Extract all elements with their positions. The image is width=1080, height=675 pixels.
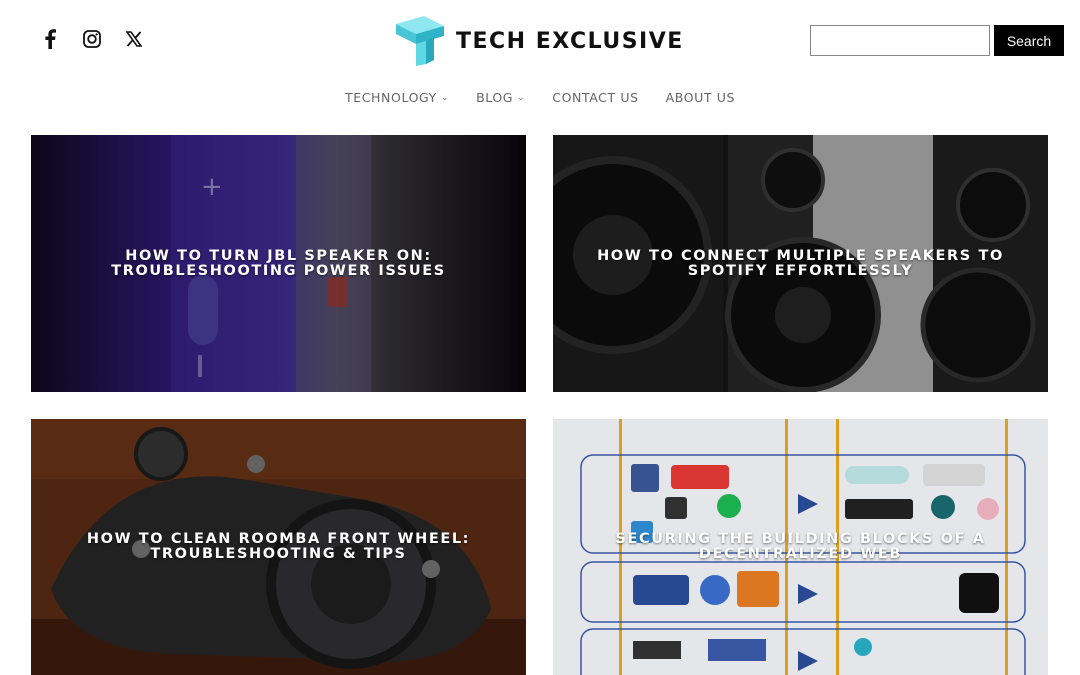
post-title: HOW TO TURN JBL SPEAKER ON: TROUBLESHOOT… <box>111 247 446 279</box>
nav-about-us[interactable]: ABOUT US <box>666 90 735 105</box>
social-links <box>40 28 144 50</box>
post-card-spotify-speakers[interactable]: HOW TO CONNECT MULTIPLE SPEAKERS TO SPOT… <box>553 135 1048 392</box>
nav-blog[interactable]: BLOG ⌄ <box>476 90 525 105</box>
chevron-down-icon: ⌄ <box>517 92 526 103</box>
nav-label: TECHNOLOGY <box>345 90 437 105</box>
site-logo[interactable]: TECH EXCLUSIVE <box>394 14 684 68</box>
logo-mark-icon <box>396 16 444 66</box>
nav-technology[interactable]: TECHNOLOGY ⌄ <box>345 90 449 105</box>
post-title: HOW TO CLEAN ROOMBA FRONT WHEEL: TROUBLE… <box>86 531 471 562</box>
post-card-decentralized-web[interactable]: SECURING THE BUILDING BLOCKS OF A DECENT… <box>553 419 1048 675</box>
search-button[interactable]: Search <box>994 25 1064 56</box>
instagram-icon[interactable] <box>82 28 102 50</box>
site-name: TECH EXCLUSIVE <box>456 28 684 54</box>
post-title: HOW TO CONNECT MULTIPLE SPEAKERS TO SPOT… <box>597 247 1004 279</box>
nav-label: CONTACT US <box>552 90 639 105</box>
post-card-jbl[interactable]: + HOW TO TURN JBL SPEAKER ON: TROUBLESHO… <box>31 135 526 392</box>
chevron-down-icon: ⌄ <box>440 92 450 103</box>
post-card-roomba[interactable]: HOW TO CLEAN ROOMBA FRONT WHEEL: TROUBLE… <box>31 419 526 675</box>
x-icon[interactable] <box>124 28 144 50</box>
search-form: Search <box>810 25 1064 56</box>
nav-contact-us[interactable]: CONTACT US <box>552 90 638 105</box>
post-title: SECURING THE BUILDING BLOCKS OF A DECENT… <box>615 531 986 562</box>
nav-label: BLOG <box>476 90 514 105</box>
facebook-icon[interactable] <box>40 28 60 50</box>
main-nav: TECHNOLOGY ⌄ BLOG ⌄ CONTACT US ABOUT US <box>0 90 1080 105</box>
search-input[interactable] <box>810 25 990 56</box>
nav-label: ABOUT US <box>665 90 735 105</box>
